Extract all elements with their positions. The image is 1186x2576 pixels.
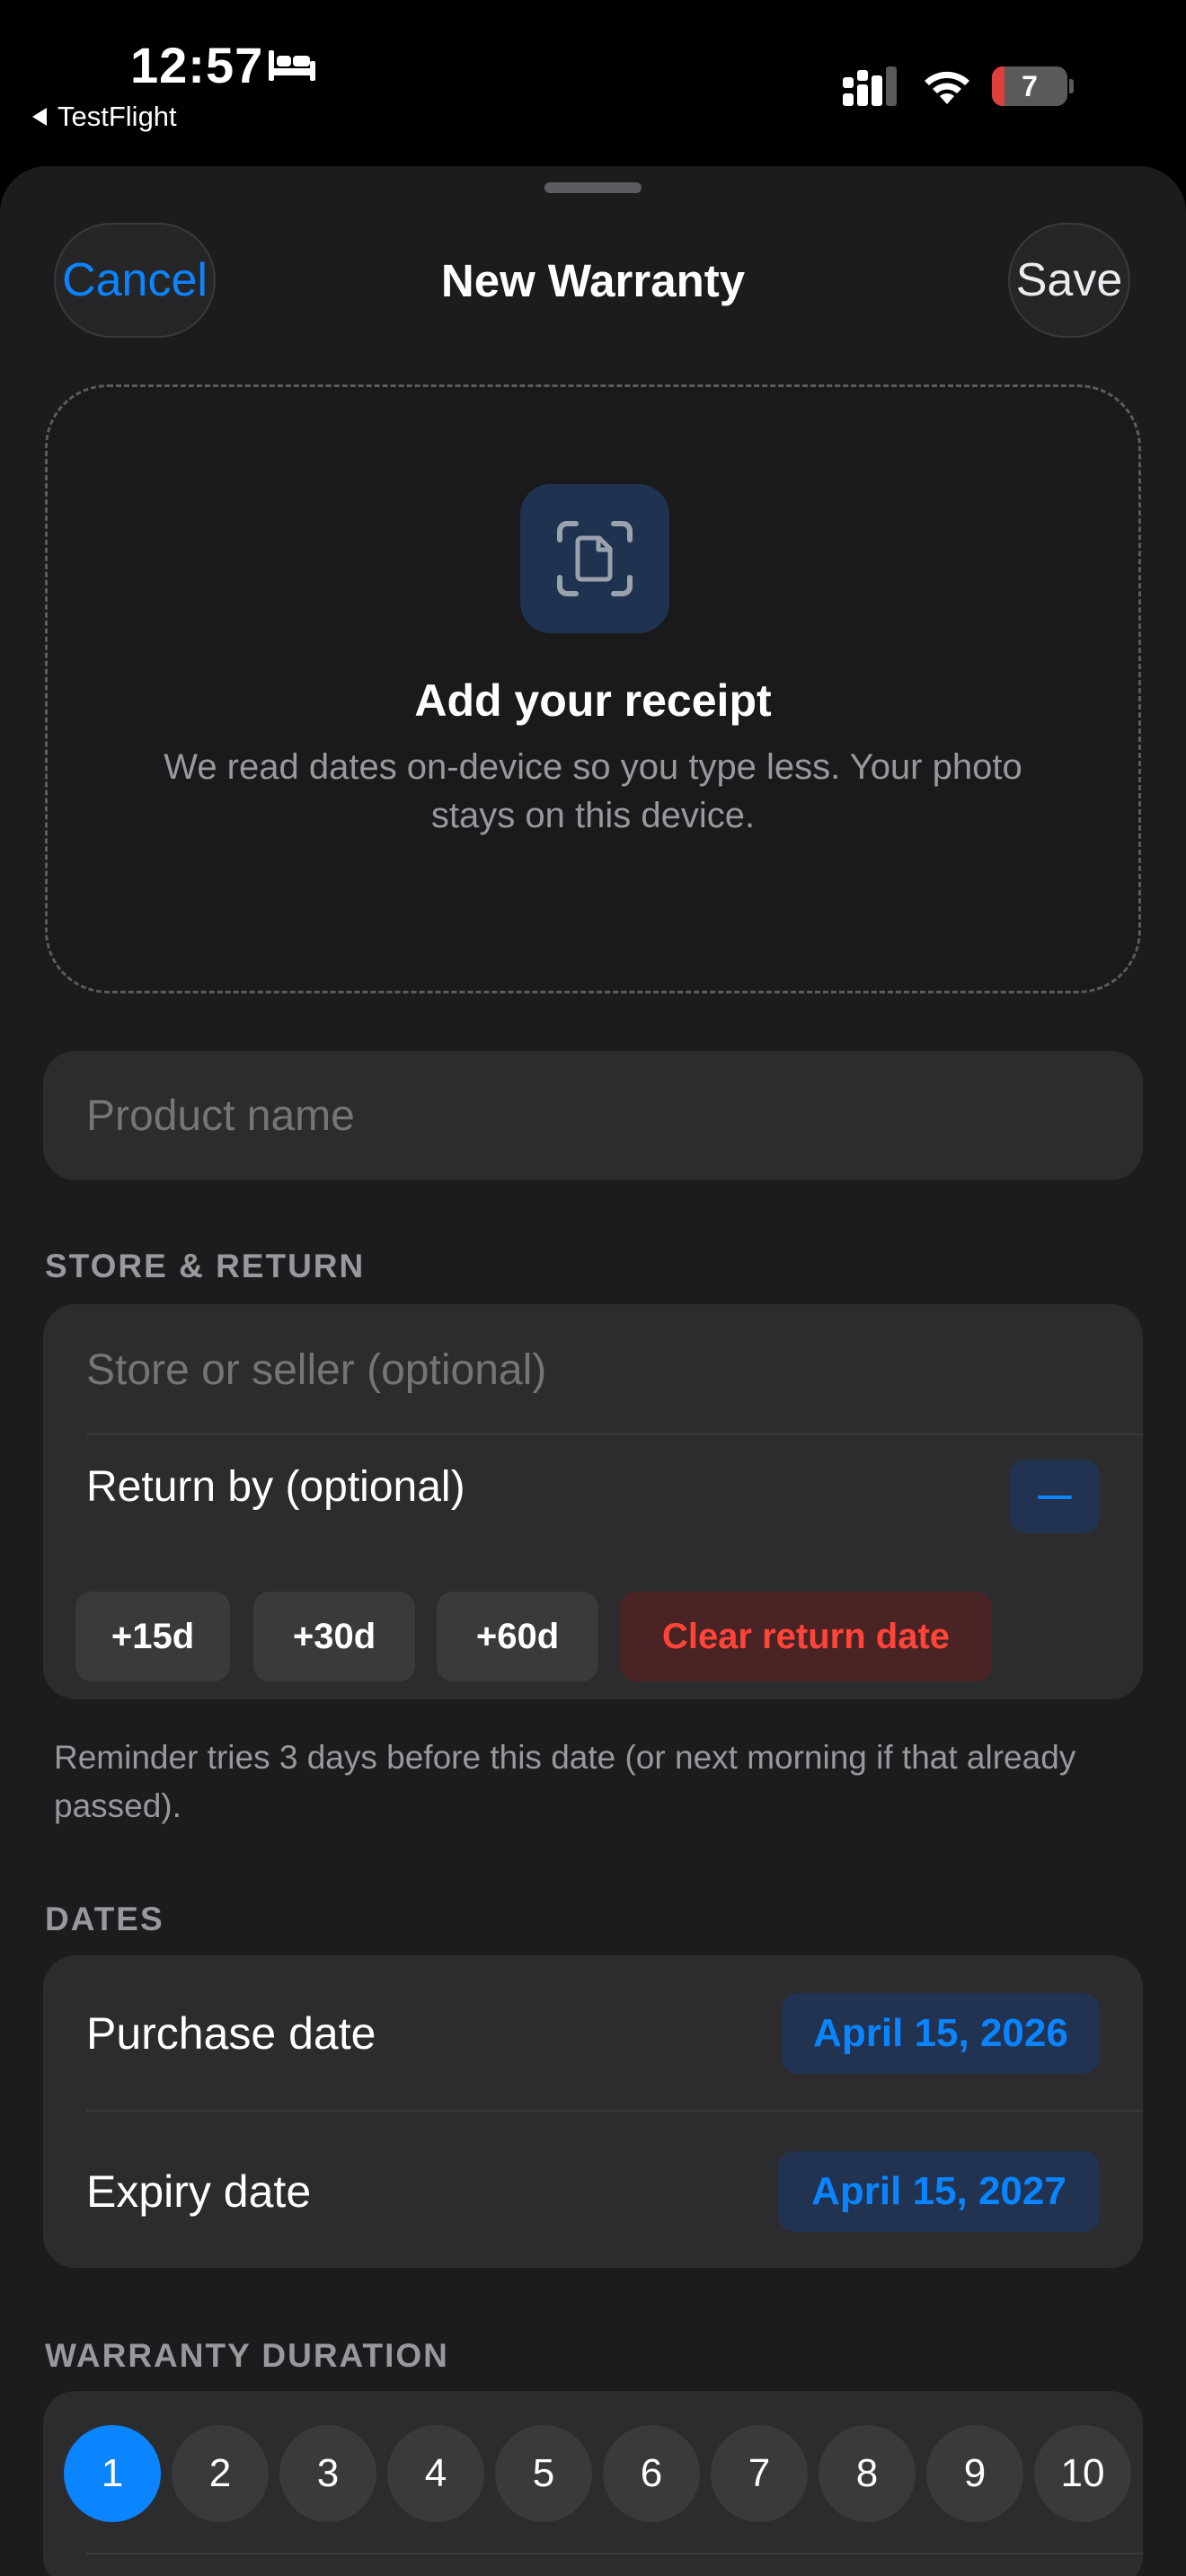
warranty-duration-header: WARRANTY DURATION [45, 2337, 449, 2374]
back-to-app-link[interactable]: TestFlight [32, 101, 177, 133]
dates-header: DATES [45, 1901, 164, 1937]
row-divider [86, 1434, 1143, 1435]
back-arrow-icon [32, 108, 47, 126]
plus-15-days-chip[interactable]: +15d [75, 1592, 230, 1681]
duration-option-9[interactable]: 9 [926, 2425, 1023, 2522]
save-button[interactable]: Save [1008, 223, 1130, 338]
status-time: 12:57 [130, 37, 264, 93]
duration-option-7[interactable]: 7 [711, 2425, 808, 2522]
row-divider [86, 2110, 1143, 2112]
expiry-date-label: Expiry date [86, 2166, 312, 2217]
row-divider [86, 2553, 1143, 2554]
store-input[interactable] [86, 1304, 1093, 1435]
duration-option-8[interactable]: 8 [819, 2425, 916, 2522]
return-by-label: Return by (optional) [86, 1463, 465, 1511]
plus-60-days-chip[interactable]: +60d [437, 1592, 598, 1681]
status-bar: 12:57 TestFlight 7 [0, 0, 1186, 162]
receipt-icon-tile [520, 484, 669, 633]
minus-icon [1038, 1495, 1072, 1499]
cellular-signal-icon [843, 66, 897, 106]
return-date-stepper-button[interactable] [1010, 1460, 1100, 1533]
product-name-input[interactable] [86, 1051, 1093, 1180]
store-return-header: STORE & RETURN [45, 1248, 366, 1284]
purchase-date-label: Purchase date [86, 2008, 376, 2059]
duration-option-6[interactable]: 6 [603, 2425, 700, 2522]
battery-level: 7 [1022, 70, 1038, 102]
duration-option-5[interactable]: 5 [495, 2425, 592, 2522]
document-scan-icon [557, 521, 633, 596]
return-reminder-footnote: Reminder tries 3 days before this date (… [54, 1739, 1076, 1824]
purchase-date-picker[interactable]: April 15, 2026 [782, 1993, 1100, 2074]
store-field[interactable] [43, 1304, 1143, 1435]
sleep-focus-icon [269, 50, 315, 81]
dates-card: Purchase date April 15, 2026 Expiry date… [43, 1955, 1143, 2268]
receipt-title: Add your receipt [414, 675, 772, 726]
receipt-subtitle: We read dates on-device so you type less… [164, 747, 1022, 835]
sheet-grabber[interactable] [544, 182, 642, 193]
duration-option-1[interactable]: 1 [64, 2425, 161, 2522]
battery-icon: 7 [992, 66, 1074, 106]
expiry-date-picker[interactable]: April 15, 2027 [778, 2151, 1100, 2232]
plus-30-days-chip[interactable]: +30d [253, 1592, 415, 1681]
product-name-field[interactable] [43, 1051, 1143, 1180]
duration-option-2[interactable]: 2 [172, 2425, 269, 2522]
back-app-label: TestFlight [58, 101, 177, 132]
wifi-icon [925, 71, 969, 104]
add-receipt-area[interactable]: Add your receipt We read dates on-device… [45, 384, 1141, 993]
duration-option-3[interactable]: 3 [279, 2425, 376, 2522]
duration-option-10[interactable]: 10 [1034, 2425, 1131, 2522]
duration-option-4[interactable]: 4 [387, 2425, 484, 2522]
clear-return-date-button[interactable]: Clear return date [620, 1592, 992, 1681]
